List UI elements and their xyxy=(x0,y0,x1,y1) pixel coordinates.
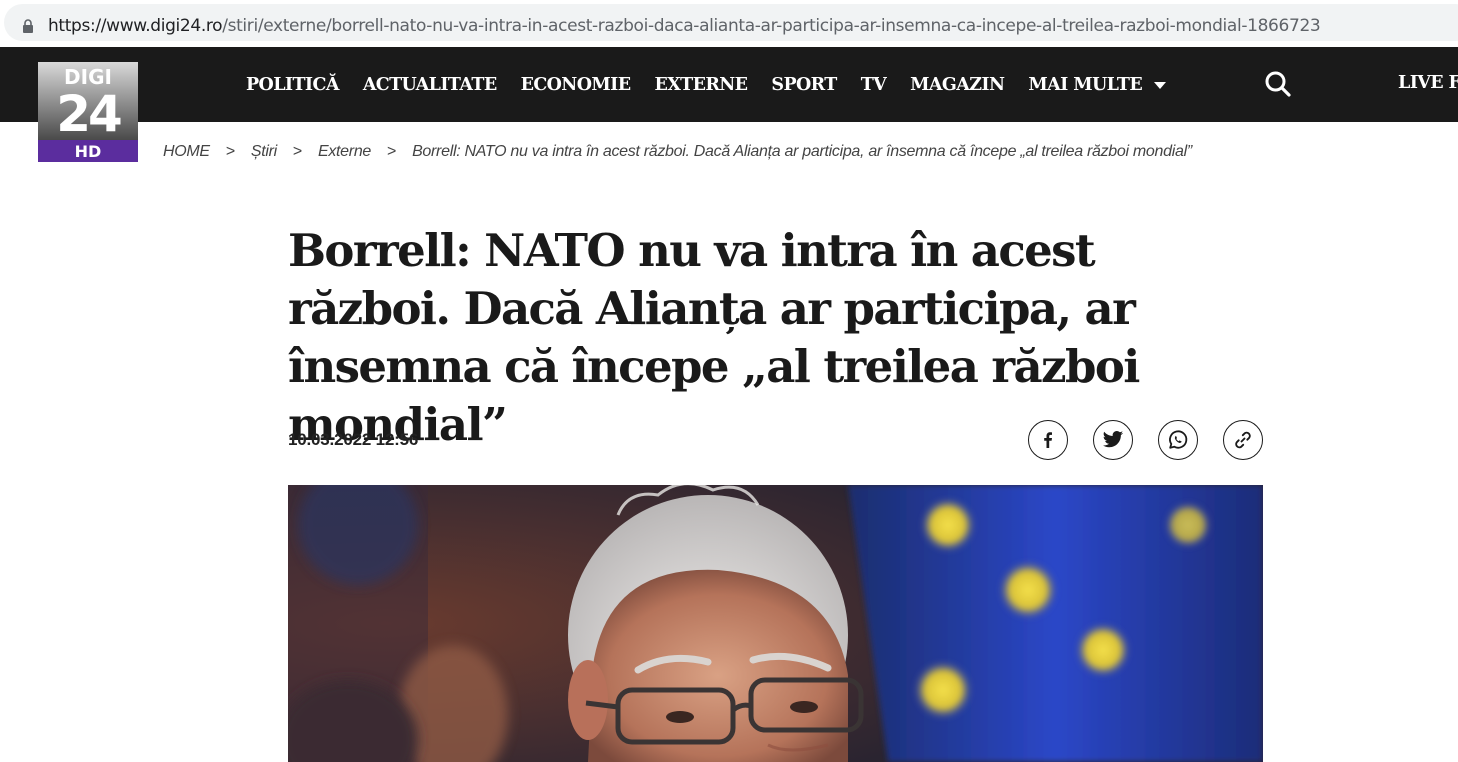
breadcrumb: HOME > Știri > Externe > Borrell: NATO n… xyxy=(163,143,1192,161)
nav-item-politica[interactable]: POLITICĂ xyxy=(246,75,339,95)
whatsapp-icon xyxy=(1169,430,1188,449)
nav-more-label: MAI MULTE xyxy=(1028,74,1143,95)
nav-item-sport[interactable]: SPORT xyxy=(771,75,837,95)
url-text: https://www.digi24.ro/stiri/externe/borr… xyxy=(48,16,1321,36)
logo-text-number: 24 xyxy=(56,85,121,143)
nav-item-actualitate[interactable]: ACTUALITATE xyxy=(363,75,497,95)
article-hero-image[interactable] xyxy=(288,485,1263,762)
url-path: /stiri/externe/borrell-nato-nu-va-intra-… xyxy=(222,16,1321,36)
search-icon[interactable] xyxy=(1264,70,1292,98)
breadcrumb-externe[interactable]: Externe xyxy=(318,143,371,161)
link-icon xyxy=(1235,431,1251,449)
chevron-down-icon xyxy=(1154,82,1167,89)
twitter-icon xyxy=(1102,431,1124,448)
share-whatsapp-button[interactable] xyxy=(1158,420,1198,460)
breadcrumb-separator: > xyxy=(387,143,397,160)
share-buttons xyxy=(1028,420,1263,460)
nav-item-economie[interactable]: ECONOMIE xyxy=(521,75,631,95)
breadcrumb-separator: > xyxy=(225,143,235,160)
url-field[interactable]: https://www.digi24.ro/stiri/externe/borr… xyxy=(4,4,1458,41)
url-host: https://www.digi24.ro xyxy=(48,16,223,36)
copy-link-button[interactable] xyxy=(1223,420,1263,460)
nav-item-tv[interactable]: TV xyxy=(861,75,887,95)
breadcrumb-current: Borrell: NATO nu va intra în acest războ… xyxy=(412,143,1192,160)
breadcrumb-home[interactable]: HOME xyxy=(163,143,210,161)
facebook-icon xyxy=(1044,432,1052,448)
nav-item-externe[interactable]: EXTERNE xyxy=(654,75,748,95)
nav-item-magazin[interactable]: MAGAZIN xyxy=(910,75,1005,95)
share-facebook-button[interactable] xyxy=(1028,420,1068,460)
breadcrumb-separator: > xyxy=(292,143,302,160)
share-twitter-button[interactable] xyxy=(1093,420,1133,460)
main-menu: POLITICĂ ACTUALITATE ECONOMIE EXTERNE SP… xyxy=(246,47,1190,122)
lock-icon xyxy=(23,19,33,33)
publish-date: 10.03.2022 12:56 xyxy=(288,430,419,449)
nav-item-more[interactable]: MAI MULTE xyxy=(1028,74,1167,95)
logo-text-hd: HD xyxy=(75,142,102,161)
digi24-logo[interactable]: DIGI 24 HD xyxy=(38,62,138,162)
breadcrumb-stiri[interactable]: Știri xyxy=(251,143,277,161)
live-link[interactable]: LIVE F xyxy=(1398,73,1458,93)
browser-address-bar: https://www.digi24.ro/stiri/externe/borr… xyxy=(0,0,1458,46)
